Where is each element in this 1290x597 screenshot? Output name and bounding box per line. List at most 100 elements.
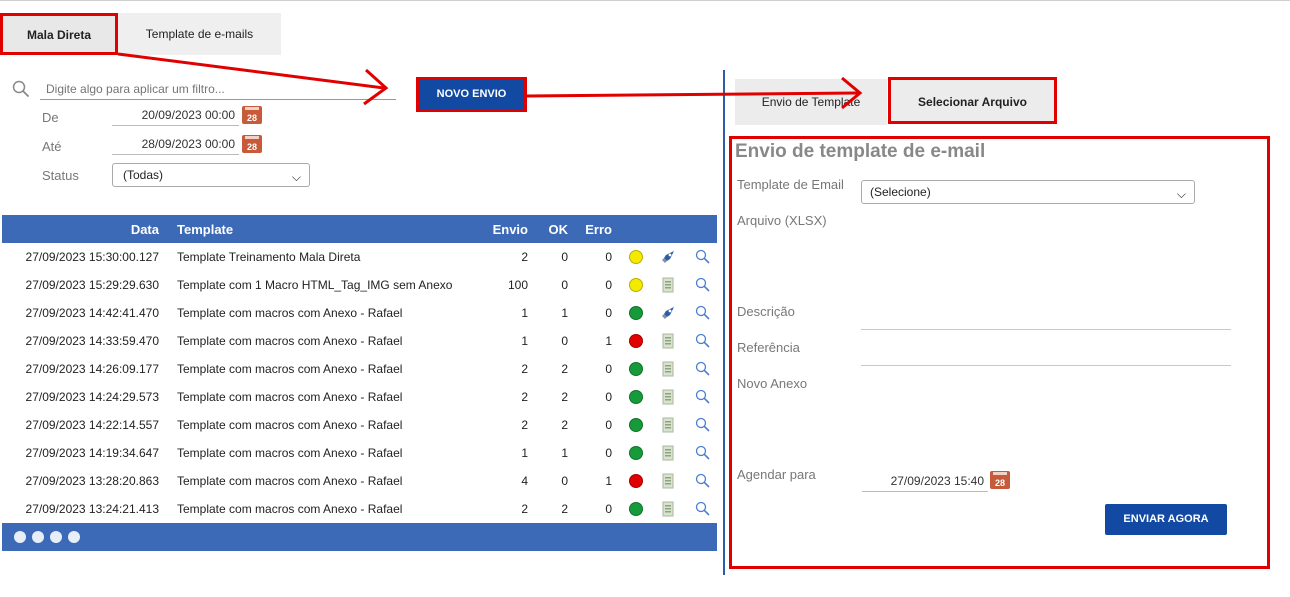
- calendar-icon[interactable]: 28: [242, 135, 262, 153]
- status-label: Status: [42, 168, 79, 183]
- header-data[interactable]: Data: [2, 222, 159, 237]
- cell-ok: 2: [561, 362, 568, 376]
- cell-erro: 0: [605, 278, 612, 292]
- table-row[interactable]: 27/09/2023 14:26:09.177 Template com macr…: [2, 355, 717, 383]
- next-page-icon[interactable]: [50, 531, 62, 543]
- first-page-icon[interactable]: [14, 531, 26, 543]
- spreadsheet-icon[interactable]: [660, 445, 676, 461]
- agendar-date-field[interactable]: 27/09/2023 15:40: [862, 470, 988, 492]
- header-ok[interactable]: OK: [542, 222, 569, 237]
- cell-erro: 1: [605, 474, 612, 488]
- referencia-field[interactable]: [861, 365, 1231, 366]
- cell-envio: 2: [521, 418, 528, 432]
- cell-envio: 2: [521, 390, 528, 404]
- status-red-dot: [629, 334, 643, 348]
- cell-data: 27/09/2023 14:26:09.177: [25, 362, 159, 376]
- magnifier-icon[interactable]: [695, 417, 710, 432]
- filter-input[interactable]: [40, 78, 396, 100]
- cell-envio: 2: [521, 362, 528, 376]
- search-icon: [12, 80, 30, 98]
- spreadsheet-icon[interactable]: [660, 501, 676, 517]
- table-row[interactable]: 27/09/2023 13:24:21.413 Template com macr…: [2, 495, 717, 523]
- prev-page-icon[interactable]: [32, 531, 44, 543]
- cell-template: Template com macros com Anexo - Rafael: [177, 418, 403, 432]
- cell-template: Template com 1 Macro HTML_Tag_IMG sem An…: [177, 278, 453, 292]
- enviar-agora-button[interactable]: ENVIAR AGORA: [1105, 504, 1227, 535]
- ate-date-field[interactable]: 28/09/2023 00:00: [112, 135, 239, 155]
- cell-template: Template com macros com Anexo - Rafael: [177, 334, 403, 348]
- cell-envio: 1: [521, 334, 528, 348]
- calendar-icon[interactable]: 28: [242, 106, 262, 124]
- status-green-dot: [629, 446, 643, 460]
- spreadsheet-icon[interactable]: [660, 333, 676, 349]
- grid-body: 27/09/2023 15:30:00.127 Template Treiname…: [2, 243, 717, 523]
- cell-data: 27/09/2023 13:24:21.413: [25, 502, 159, 516]
- cell-template: Template com macros com Anexo - Rafael: [177, 446, 403, 460]
- de-date-field[interactable]: 20/09/2023 00:00: [112, 106, 239, 126]
- cell-envio: 4: [521, 474, 528, 488]
- table-row[interactable]: 27/09/2023 14:42:41.470 Template com macr…: [2, 299, 717, 327]
- status-green-dot: [629, 362, 643, 376]
- novo-anexo-label: Novo Anexo: [737, 376, 808, 391]
- status-select[interactable]: (Todas) ⌵: [112, 163, 310, 187]
- calendar-icon[interactable]: 28: [990, 471, 1010, 489]
- status-yellow-dot: [629, 250, 643, 264]
- cell-envio: 100: [507, 278, 528, 292]
- status-green-dot: [629, 502, 643, 516]
- grid-header: Data Template Envio OK Erro: [2, 215, 717, 243]
- cell-ok: 2: [561, 502, 568, 516]
- table-row[interactable]: 27/09/2023 15:29:29.630 Template com 1 Ma…: [2, 271, 717, 299]
- tab-mala-direta[interactable]: Mala Direta: [0, 13, 118, 55]
- table-row[interactable]: 27/09/2023 15:30:00.127 Template Treiname…: [2, 243, 717, 271]
- table-row[interactable]: 27/09/2023 14:22:14.557 Template com macr…: [2, 411, 717, 439]
- cell-template: Template com macros com Anexo - Rafael: [177, 390, 403, 404]
- cell-envio: 1: [521, 446, 528, 460]
- cell-data: 27/09/2023 14:22:14.557: [25, 418, 159, 432]
- template-email-select[interactable]: (Selecione) ⌵: [861, 180, 1195, 204]
- magnifier-icon[interactable]: [695, 277, 710, 292]
- chevron-down-icon: ⌵: [291, 170, 301, 184]
- magnifier-icon[interactable]: [695, 389, 710, 404]
- arquivo-label: Arquivo (XLSX): [737, 213, 827, 228]
- magnifier-icon[interactable]: [695, 473, 710, 488]
- spreadsheet-icon[interactable]: [660, 389, 676, 405]
- template-email-label: Template de Email: [737, 177, 844, 192]
- cell-ok: 1: [561, 446, 568, 460]
- spreadsheet-icon[interactable]: [660, 473, 676, 489]
- spreadsheet-icon[interactable]: [660, 277, 676, 293]
- spreadsheet-icon[interactable]: [660, 417, 676, 433]
- table-row[interactable]: 27/09/2023 14:19:34.647 Template com macr…: [2, 439, 717, 467]
- cell-data: 27/09/2023 13:28:20.863: [25, 474, 159, 488]
- novo-envio-button[interactable]: NOVO ENVIO: [416, 77, 527, 112]
- header-template[interactable]: Template: [177, 222, 233, 237]
- panel-divider: [723, 70, 725, 575]
- tab-template-emails[interactable]: Template de e-mails: [118, 13, 281, 55]
- header-envio[interactable]: Envio: [492, 222, 528, 237]
- last-page-icon[interactable]: [68, 531, 80, 543]
- tab-selecionar-arquivo[interactable]: Selecionar Arquivo: [888, 77, 1057, 124]
- cell-data: 27/09/2023 14:24:29.573: [25, 390, 159, 404]
- magnifier-icon[interactable]: [695, 333, 710, 348]
- magnifier-icon[interactable]: [695, 249, 710, 264]
- table-row[interactable]: 27/09/2023 14:33:59.470 Template com macr…: [2, 327, 717, 355]
- cell-data: 27/09/2023 15:29:29.630: [25, 278, 159, 292]
- cell-template: Template Treinamento Mala Direta: [177, 250, 361, 264]
- cell-template: Template com macros com Anexo - Rafael: [177, 306, 403, 320]
- status-green-dot: [629, 306, 643, 320]
- magnifier-icon[interactable]: [695, 445, 710, 460]
- rocket-icon[interactable]: [660, 249, 676, 265]
- magnifier-icon[interactable]: [695, 501, 710, 516]
- cell-ok: 2: [561, 418, 568, 432]
- table-row[interactable]: 27/09/2023 14:24:29.573 Template com macr…: [2, 383, 717, 411]
- referencia-label: Referência: [737, 340, 800, 355]
- mailing-grid: Data Template Envio OK Erro 27/09/2023 1…: [2, 215, 717, 551]
- spreadsheet-icon[interactable]: [660, 361, 676, 377]
- magnifier-icon[interactable]: [695, 305, 710, 320]
- descricao-label: Descrição: [737, 304, 795, 319]
- descricao-field[interactable]: [861, 329, 1231, 330]
- header-erro[interactable]: Erro: [582, 222, 612, 237]
- table-row[interactable]: 27/09/2023 13:28:20.863 Template com macr…: [2, 467, 717, 495]
- tab-envio-template[interactable]: Envio de Template: [735, 79, 887, 125]
- magnifier-icon[interactable]: [695, 361, 710, 376]
- rocket-icon[interactable]: [660, 305, 676, 321]
